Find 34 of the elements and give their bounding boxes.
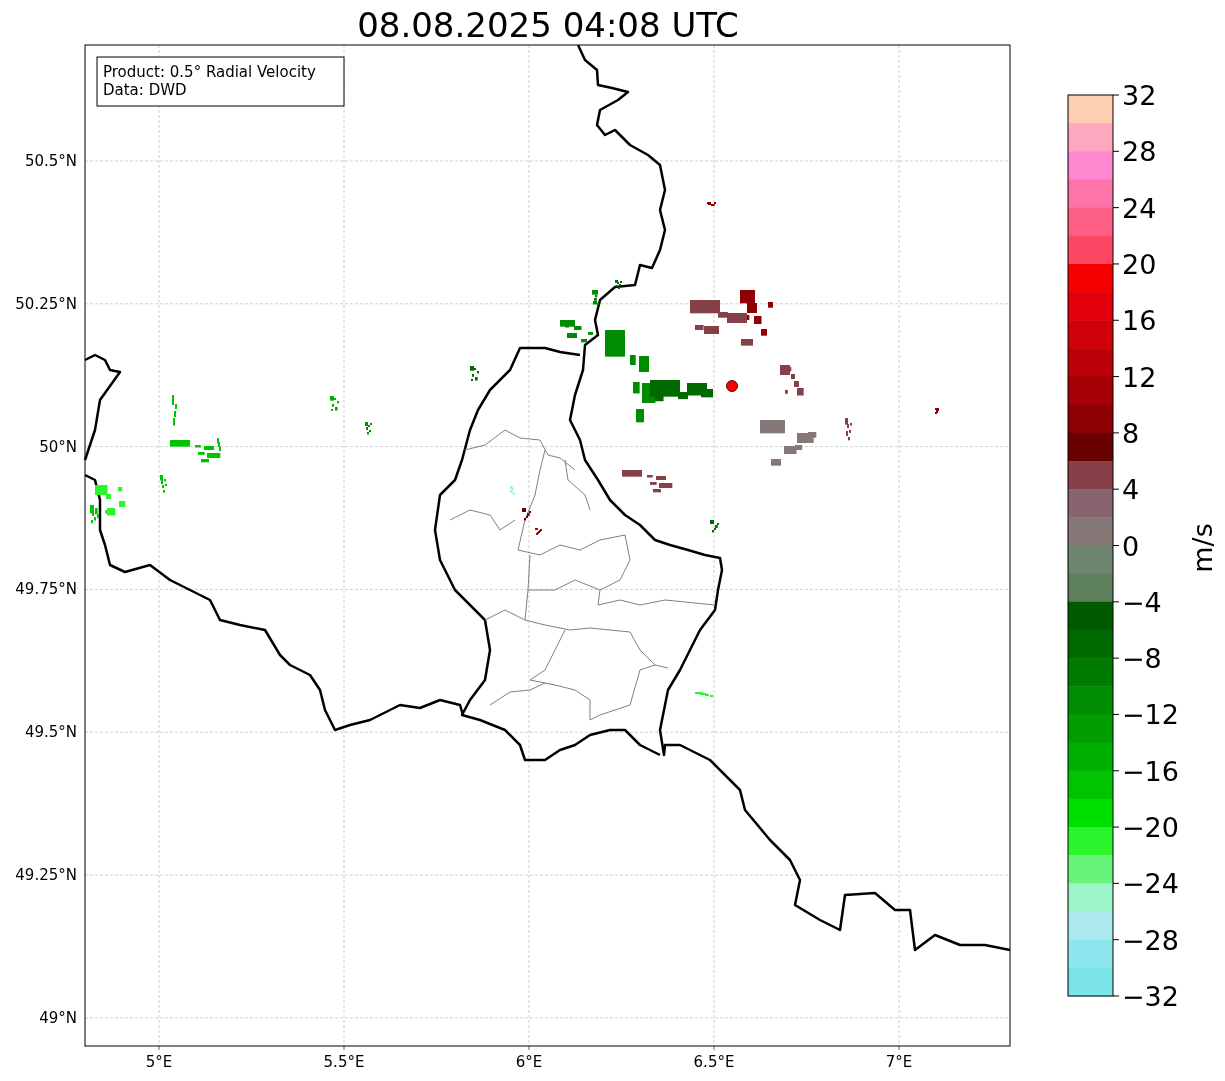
info-text: Product: 0.5° Radial Velocity bbox=[103, 63, 316, 81]
colorbar-tick-label: 4 bbox=[1122, 474, 1140, 506]
axis-tick-label: 49.25°N bbox=[15, 866, 77, 884]
colorbar-tick-label: −24 bbox=[1122, 868, 1179, 900]
radar-site-marker bbox=[726, 380, 738, 392]
axis-tick-label: 7°E bbox=[885, 1053, 913, 1071]
axis-tick-label: 6°E bbox=[515, 1053, 543, 1071]
axis-tick-label: 50°N bbox=[39, 437, 77, 456]
chart-title: 08.08.2025 04:08 UTC bbox=[357, 5, 739, 45]
axis-tick-label: 50.5°N bbox=[24, 152, 77, 170]
axis-tick-label: 49.5°N bbox=[24, 723, 77, 742]
colorbar-tick-label: −28 bbox=[1122, 924, 1179, 956]
colorbar-tick-label: 20 bbox=[1122, 248, 1157, 280]
colorbar-label: m/s bbox=[1187, 523, 1218, 573]
colorbar-tick-label: 12 bbox=[1122, 361, 1157, 393]
colorbar-tick-label: −12 bbox=[1122, 699, 1179, 731]
colorbar-tick-label: 8 bbox=[1122, 417, 1140, 449]
colorbar-tick-label: −16 bbox=[1122, 755, 1179, 787]
axis-tick-label: 49.75°N bbox=[15, 580, 77, 599]
colorbar-tick-label: 28 bbox=[1122, 136, 1157, 168]
colorbar-tick-label: 24 bbox=[1122, 192, 1157, 224]
colorbar-tick-label: −4 bbox=[1122, 586, 1162, 618]
colorbar-tick-label: −20 bbox=[1122, 812, 1179, 844]
axis-tick-label: 5°E bbox=[145, 1053, 173, 1071]
axis-tick-label: 50.25°N bbox=[15, 294, 77, 313]
colorbar-tick-label: 0 bbox=[1122, 530, 1140, 562]
axis-tick-label: 49°N bbox=[39, 1008, 77, 1027]
colorbar-tick-label: 32 bbox=[1122, 80, 1157, 111]
colorbar-tick-label: −8 bbox=[1122, 643, 1162, 675]
colorbar-tick-label: 16 bbox=[1122, 305, 1157, 337]
colorbar-tick-label: −32 bbox=[1122, 981, 1179, 1012]
axis-tick-label: 5.5°E bbox=[323, 1053, 365, 1071]
info-text: Data: DWD bbox=[103, 81, 187, 99]
axis-tick-label: 6.5°E bbox=[693, 1053, 735, 1071]
